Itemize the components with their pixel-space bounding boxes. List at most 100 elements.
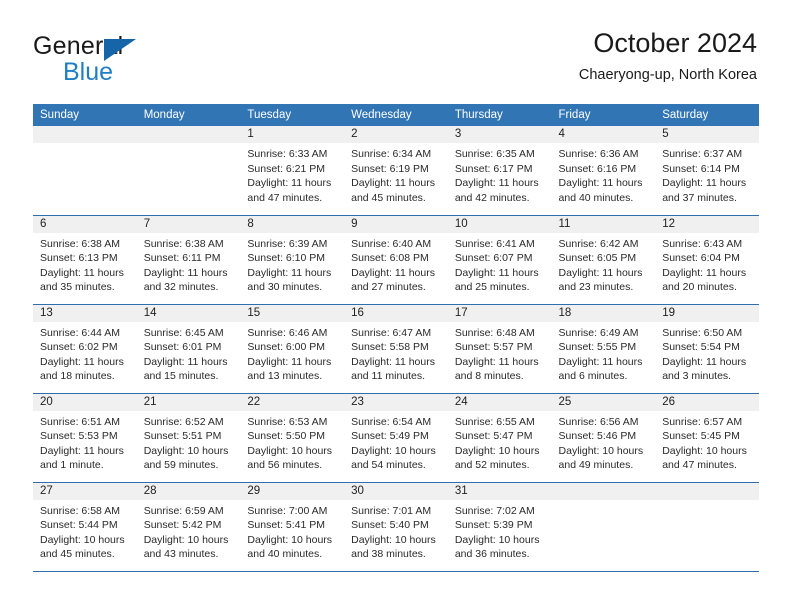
daylight-text-line1: Daylight: 10 hours (454, 533, 540, 546)
day-number: 29 (240, 482, 345, 500)
weekday-header-monday: Monday (136, 104, 241, 126)
daylight-text-line2: and 37 minutes. (662, 191, 737, 204)
day-number: 24 (447, 393, 552, 411)
calendar-page: General Blue October 2024 Chaeryong-up, … (0, 0, 792, 612)
sunrise-text: Sunrise: 6:59 AM (143, 504, 224, 517)
calendar-body: 1 Sunrise: 6:33 AM Sunset: 6:21 PM Daylight… (33, 126, 759, 572)
daylight-text-line2: and 1 minute. (40, 459, 104, 472)
brand-logo[interactable]: General Blue (33, 33, 223, 89)
calendar-day-cell[interactable]: 24 Sunrise: 6:55 AM Sunset: 5:47 PM Dayligh… (447, 392, 552, 482)
sunset-text: Sunset: 6:21 PM (247, 162, 326, 175)
daylight-text-line2: and 30 minutes. (247, 281, 323, 294)
day-number: 27 (33, 482, 137, 500)
sunrise-text: Sunrise: 6:49 AM (558, 326, 639, 339)
day-number: 22 (240, 393, 345, 411)
sunset-text: Sunset: 6:01 PM (143, 341, 222, 354)
calendar-day-cell[interactable]: 8 Sunrise: 6:39 AM Sunset: 6:10 PM Daylight… (240, 214, 345, 304)
daylight-text-line2: and 11 minutes. (351, 370, 426, 383)
sunrise-text: Sunrise: 6:45 AM (143, 326, 224, 339)
daylight-text-line1: Daylight: 11 hours (351, 266, 435, 279)
day-number: 9 (344, 215, 448, 233)
calendar-bottom-rule-cell (551, 570, 656, 572)
calendar-day-cell[interactable]: 16 Sunrise: 6:47 AM Sunset: 5:58 PM Dayligh… (344, 303, 448, 393)
calendar-day-cell[interactable]: 25 Sunrise: 6:56 AM Sunset: 5:46 PM Dayligh… (551, 392, 656, 482)
calendar-week-row: 20 Sunrise: 6:51 AM Sunset: 5:53 PM Dayligh… (33, 392, 759, 482)
calendar-day-cell[interactable]: 29 Sunrise: 7:00 AM Sunset: 5:41 PM Dayligh… (240, 481, 345, 571)
calendar-day-cell[interactable]: 28 Sunrise: 6:59 AM Sunset: 5:42 PM Dayligh… (136, 481, 241, 571)
sunset-text: Sunset: 6:11 PM (143, 252, 221, 265)
day-details: Sunrise: 6:36 AM Sunset: 6:16 PM Daylight:… (552, 143, 656, 205)
calendar-day-cell[interactable]: 11 Sunrise: 6:42 AM Sunset: 6:05 PM Dayligh… (551, 214, 656, 304)
day-details: Sunrise: 6:44 AM Sunset: 6:02 PM Daylight:… (33, 322, 137, 384)
sunset-text: Sunset: 5:39 PM (454, 519, 533, 532)
weekday-header-tuesday: Tuesday (240, 104, 345, 126)
calendar-day-cell[interactable]: 9 Sunrise: 6:40 AM Sunset: 6:08 PM Daylight… (344, 214, 448, 304)
calendar-day-cell[interactable]: 18 Sunrise: 6:49 AM Sunset: 5:55 PM Dayligh… (551, 303, 656, 393)
daylight-text-line2: and 45 minutes. (40, 548, 115, 561)
sunrise-text: Sunrise: 6:40 AM (351, 237, 432, 250)
weekday-header-friday: Friday (551, 104, 656, 126)
day-number: 25 (551, 393, 656, 411)
page-subtitle: Chaeryong-up, North Korea (578, 67, 757, 83)
sunset-text: Sunset: 6:00 PM (247, 341, 326, 354)
daylight-text-line2: and 45 minutes. (351, 191, 426, 204)
day-number (655, 482, 759, 500)
daylight-text-line2: and 15 minutes. (143, 370, 219, 383)
calendar-day-cell[interactable]: 7 Sunrise: 6:38 AM Sunset: 6:11 PM Daylight… (136, 214, 241, 304)
day-number: 12 (655, 215, 759, 233)
brand-name-blue: Blue (63, 58, 114, 86)
calendar-bottom-rule-cell (240, 570, 345, 572)
sunrise-text: Sunrise: 6:39 AM (247, 237, 328, 250)
calendar-day-cell[interactable]: 2 Sunrise: 6:34 AM Sunset: 6:19 PM Daylight… (344, 126, 448, 215)
calendar-day-cell[interactable]: 10 Sunrise: 6:41 AM Sunset: 6:07 PM Dayligh… (447, 214, 552, 304)
weekday-header-wednesday: Wednesday (344, 104, 448, 126)
calendar-day-cell[interactable]: 26 Sunrise: 6:57 AM Sunset: 5:45 PM Dayligh… (655, 392, 759, 482)
calendar-day-cell[interactable]: 19 Sunrise: 6:50 AM Sunset: 5:54 PM Dayligh… (655, 303, 759, 393)
weekday-header-row: Sunday Monday Tuesday Wednesday Thursday… (33, 104, 759, 126)
sunset-text: Sunset: 5:54 PM (662, 341, 740, 354)
sunrise-text: Sunrise: 7:01 AM (351, 504, 432, 517)
sunrise-text: Sunrise: 6:46 AM (247, 326, 328, 339)
sunset-text: Sunset: 6:04 PM (662, 252, 740, 265)
day-number (33, 126, 137, 143)
daylight-text-line1: Daylight: 10 hours (247, 533, 333, 546)
day-number: 2 (344, 126, 448, 143)
day-details: Sunrise: 6:51 AM Sunset: 5:53 PM Daylight:… (33, 411, 137, 473)
calendar-day-cell[interactable]: 6 Sunrise: 6:38 AM Sunset: 6:13 PM Daylight… (33, 214, 137, 304)
calendar-bottom-rule (33, 570, 759, 572)
calendar-day-cell[interactable]: 23 Sunrise: 6:54 AM Sunset: 5:49 PM Dayligh… (344, 392, 448, 482)
calendar-day-cell[interactable]: 12 Sunrise: 6:43 AM Sunset: 6:04 PM Dayligh… (655, 214, 759, 304)
daylight-text-line1: Daylight: 11 hours (662, 266, 747, 279)
sunrise-text: Sunrise: 6:52 AM (143, 415, 224, 428)
calendar-day-cell[interactable]: 15 Sunrise: 6:46 AM Sunset: 6:00 PM Dayligh… (240, 303, 345, 393)
daylight-text-line2: and 20 minutes. (662, 281, 737, 294)
daylight-text-line1: Daylight: 10 hours (351, 533, 436, 546)
calendar-day-cell[interactable]: 4 Sunrise: 6:36 AM Sunset: 6:16 PM Daylight… (551, 126, 656, 215)
sunrise-text: Sunrise: 6:33 AM (247, 148, 328, 160)
sunset-text: Sunset: 6:14 PM (662, 162, 740, 175)
daylight-text-line1: Daylight: 10 hours (558, 444, 644, 457)
calendar-day-cell[interactable]: 3 Sunrise: 6:35 AM Sunset: 6:17 PM Daylight… (447, 126, 552, 215)
daylight-text-line1: Daylight: 11 hours (40, 444, 124, 457)
daylight-text-line1: Daylight: 10 hours (351, 444, 436, 457)
calendar-day-cell[interactable]: 17 Sunrise: 6:48 AM Sunset: 5:57 PM Dayligh… (447, 303, 552, 393)
day-number: 26 (655, 393, 759, 411)
daylight-text-line1: Daylight: 11 hours (247, 266, 332, 279)
calendar-day-cell[interactable]: 5 Sunrise: 6:37 AM Sunset: 6:14 PM Daylight… (655, 126, 759, 215)
daylight-text-line1: Daylight: 11 hours (351, 355, 435, 368)
sunset-text: Sunset: 6:13 PM (40, 252, 118, 265)
calendar-day-cell[interactable]: 1 Sunrise: 6:33 AM Sunset: 6:21 PM Daylight… (240, 126, 345, 215)
calendar-day-cell[interactable]: 22 Sunrise: 6:53 AM Sunset: 5:50 PM Dayligh… (240, 392, 345, 482)
sunset-text: Sunset: 5:44 PM (40, 519, 118, 532)
sunrise-text: Sunrise: 6:38 AM (143, 237, 224, 250)
sunrise-text: Sunrise: 6:44 AM (40, 326, 120, 339)
calendar-day-cell[interactable]: 14 Sunrise: 6:45 AM Sunset: 6:01 PM Dayligh… (136, 303, 241, 393)
calendar-day-cell[interactable]: 31 Sunrise: 7:02 AM Sunset: 5:39 PM Dayligh… (447, 481, 552, 571)
calendar-day-cell[interactable]: 20 Sunrise: 6:51 AM Sunset: 5:53 PM Dayligh… (33, 392, 137, 482)
calendar-day-cell[interactable]: 21 Sunrise: 6:52 AM Sunset: 5:51 PM Dayligh… (136, 392, 241, 482)
calendar-day-cell[interactable]: 27 Sunrise: 6:58 AM Sunset: 5:44 PM Dayligh… (33, 481, 137, 571)
calendar-day-cell[interactable]: 30 Sunrise: 7:01 AM Sunset: 5:40 PM Dayligh… (344, 481, 448, 571)
sunset-text: Sunset: 6:02 PM (40, 341, 118, 354)
day-number: 16 (344, 304, 448, 322)
calendar-day-cell[interactable]: 13 Sunrise: 6:44 AM Sunset: 6:02 PM Dayligh… (33, 303, 137, 393)
